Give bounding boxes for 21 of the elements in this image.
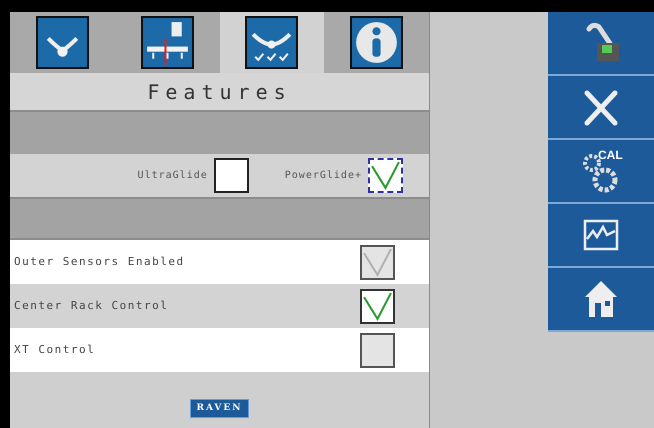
option-label: UltraGlide xyxy=(138,169,208,183)
chart-button[interactable] xyxy=(548,204,654,268)
info-icon xyxy=(350,16,404,69)
switch-button[interactable] xyxy=(548,12,654,76)
page-title: Features xyxy=(147,78,292,106)
setting-label: XT Control xyxy=(14,342,96,358)
setting-label: Outer Sensors Enabled xyxy=(14,254,185,270)
home-button[interactable] xyxy=(548,268,654,332)
sensors-icon xyxy=(36,16,89,69)
option-label: PowerGlide+ xyxy=(284,169,362,183)
boom-icon xyxy=(140,16,194,69)
calibration-button[interactable]: CAL xyxy=(548,140,654,204)
checkbox[interactable] xyxy=(360,288,395,324)
cal-label: CAL xyxy=(598,147,623,164)
features-icon xyxy=(245,16,298,69)
tab[interactable] xyxy=(220,12,324,73)
checkbox[interactable] xyxy=(368,158,403,193)
setting-label: Center Rack Control xyxy=(14,298,168,314)
raven-logo: RAVEN xyxy=(190,398,250,418)
checkbox[interactable] xyxy=(214,158,249,193)
tools-button[interactable] xyxy=(548,76,654,140)
